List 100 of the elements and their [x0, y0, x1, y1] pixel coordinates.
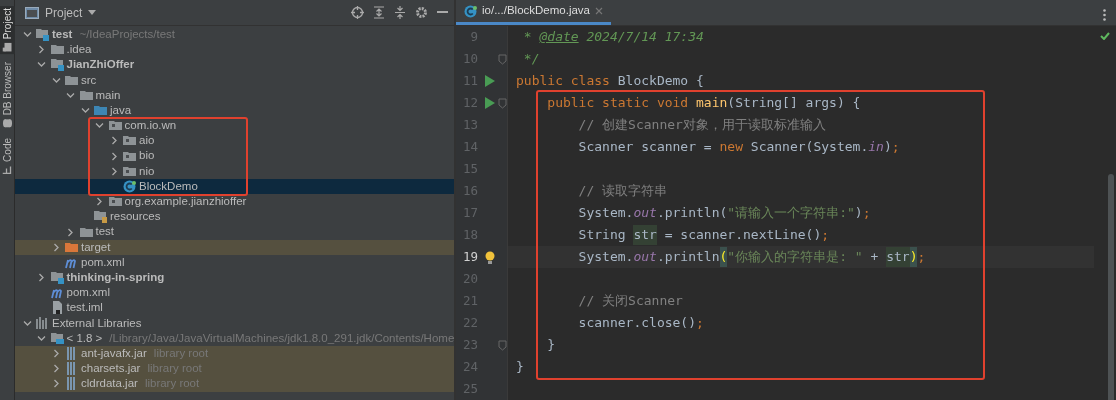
- structure-icon: [2, 165, 12, 175]
- folder-icon: [79, 88, 93, 102]
- chevron-down-icon[interactable]: [80, 106, 90, 116]
- module-folder-icon: [50, 58, 64, 72]
- tree-item-label[interactable]: com.io.wn: [124, 117, 177, 135]
- minimize-icon[interactable]: [437, 11, 448, 14]
- chevron-down-icon[interactable]: [22, 318, 32, 328]
- code-line: public class BlockDemo {: [515, 72, 705, 91]
- folder-icon: [2, 42, 12, 52]
- folder-icon: [65, 240, 78, 254]
- code-line: Scanner scanner = new Scanner(System.in);: [577, 138, 901, 157]
- tree-item-label[interactable]: org.example.jianzhioffer: [124, 193, 247, 211]
- class-icon: [464, 4, 477, 18]
- tree-item-hint: ~/IdeaProjects/test: [79, 26, 176, 42]
- package-icon: [108, 119, 122, 133]
- tree-item-hint: /Library/Java/JavaVirtualMachines/jdk1.8.0_291.jdk/Contents/Home: [109, 330, 454, 346]
- resources-folder-icon: [94, 210, 107, 224]
- chevron-right-icon[interactable]: [95, 197, 104, 207]
- jar-icon: [65, 347, 78, 361]
- code-line: * @date 2024/7/14 17:34: [522, 28, 705, 47]
- code-line: String str = scanner.nextLine();: [577, 224, 831, 246]
- code-line: */: [522, 50, 541, 69]
- chevron-right-icon[interactable]: [51, 379, 61, 389]
- tree-item-label[interactable]: main: [95, 86, 121, 104]
- tree-item-label[interactable]: cldrdata.jar: [81, 375, 138, 393]
- tree-item-label[interactable]: src: [81, 71, 97, 89]
- code-line: // 创建Scanner对象，用于读取标准输入: [577, 116, 827, 135]
- tool-window-tab[interactable]: DB Browser: [0, 60, 15, 131]
- tree-item-label[interactable]: target: [81, 238, 111, 256]
- tree-item-label[interactable]: ant-javafx.jar: [81, 344, 147, 363]
- more-options-icon[interactable]: [1103, 9, 1106, 21]
- module-folder-icon: [50, 271, 64, 285]
- folder-icon: [65, 73, 78, 87]
- module-folder-icon: [36, 28, 49, 42]
- chevron-right-icon[interactable]: [51, 242, 61, 252]
- code-line: }: [546, 336, 557, 355]
- database-icon: [2, 119, 12, 128]
- tree-item-label[interactable]: test: [52, 26, 73, 44]
- chevron-right-icon[interactable]: [37, 45, 46, 55]
- class-icon: [123, 179, 136, 193]
- expand-all-icon[interactable]: [373, 6, 385, 19]
- settings-icon[interactable]: [415, 6, 428, 19]
- chevron-down-icon[interactable]: [66, 90, 75, 100]
- tree-item-label[interactable]: charsets.jar: [81, 360, 141, 378]
- chevron-right-icon[interactable]: [37, 273, 46, 283]
- package-icon: [123, 149, 136, 163]
- code-line: public static void main(String[] args) {: [546, 94, 862, 113]
- scrollbar-thumb[interactable]: [1108, 174, 1114, 400]
- line-number: 19: [461, 247, 478, 266]
- chevron-right-icon[interactable]: [51, 349, 61, 359]
- jar-icon: [65, 377, 78, 391]
- run-icon[interactable]: [485, 97, 495, 109]
- package-icon: [108, 195, 122, 209]
- tree-item-label[interactable]: .idea: [66, 41, 92, 59]
- tree-item-label[interactable]: pom.xml: [66, 284, 110, 302]
- chevron-right-icon[interactable]: [109, 166, 119, 176]
- tree-item-label[interactable]: test.iml: [66, 299, 103, 317]
- tree-item-label[interactable]: resources: [110, 208, 161, 226]
- tool-window-tab[interactable]: Code: [0, 136, 15, 178]
- chevron-right-icon[interactable]: [66, 227, 75, 237]
- tree-item-label[interactable]: test: [95, 223, 115, 241]
- chevron-down-icon[interactable]: [51, 75, 61, 85]
- tree-item-label[interactable]: External Libraries: [52, 314, 142, 332]
- crosshair-icon[interactable]: [351, 6, 364, 19]
- file-icon: [50, 301, 64, 315]
- code-line: // 关闭Scanner: [577, 292, 684, 311]
- jar-icon: [65, 362, 78, 376]
- source-folder-icon: [94, 104, 107, 118]
- collapse-all-icon[interactable]: [394, 6, 406, 19]
- chevron-down-icon[interactable]: [37, 60, 46, 70]
- libraries-icon: [36, 316, 49, 330]
- chevron-right-icon[interactable]: [109, 136, 119, 146]
- chevron-down-icon[interactable]: [95, 121, 104, 131]
- window-icon: [25, 6, 39, 19]
- tree-item-label[interactable]: BlockDemo: [139, 177, 198, 196]
- check-icon: [1100, 32, 1110, 40]
- chevron-down-icon[interactable]: [22, 30, 32, 40]
- jdk-folder-icon: [50, 331, 64, 345]
- run-icon[interactable]: [485, 75, 495, 87]
- tool-window-tab[interactable]: Project: [0, 6, 15, 55]
- package-icon: [123, 134, 136, 148]
- tree-item-label[interactable]: < 1.8 >: [66, 329, 103, 347]
- tree-item-label[interactable]: nio: [139, 162, 155, 180]
- code-line: }: [515, 358, 525, 377]
- lightbulb-icon[interactable]: [485, 250, 495, 264]
- chevron-right-icon[interactable]: [109, 151, 119, 161]
- code-line: scanner.close();: [577, 314, 705, 333]
- tree-item-label[interactable]: bio: [139, 147, 155, 165]
- close-icon[interactable]: [595, 7, 603, 15]
- tree-item-label[interactable]: java: [110, 101, 132, 120]
- panel-title[interactable]: Project: [45, 3, 83, 22]
- code-line: // 读取字符串: [577, 182, 669, 201]
- dropdown-caret-icon[interactable]: [88, 9, 97, 16]
- package-icon: [123, 164, 136, 178]
- chevron-right-icon[interactable]: [51, 364, 61, 374]
- tree-item-label[interactable]: aio: [139, 132, 155, 150]
- tree-item-label[interactable]: JianZhiOffer: [66, 56, 135, 74]
- chevron-down-icon[interactable]: [37, 333, 46, 343]
- folder-icon: [50, 43, 64, 57]
- maven-icon: [50, 286, 64, 300]
